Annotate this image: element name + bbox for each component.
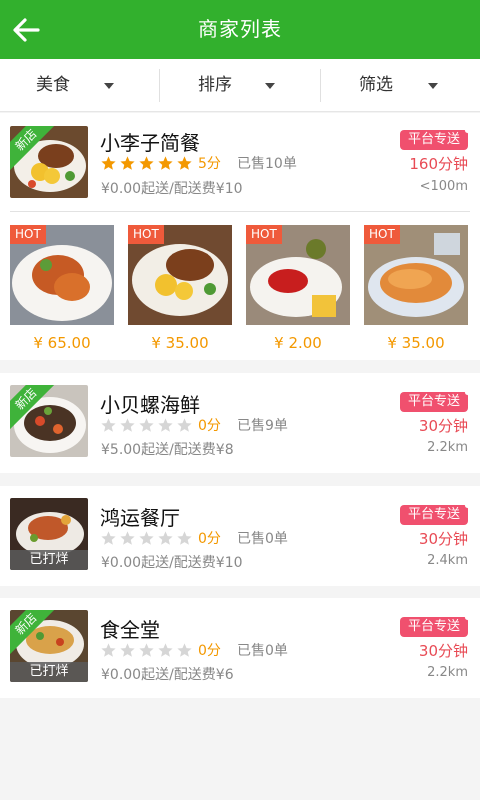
rating-stars <box>100 640 195 658</box>
shop-thumbnail: 已打烊 <box>10 498 88 570</box>
star-empty-icon <box>157 417 174 434</box>
rating-score: 0分 <box>198 531 221 547</box>
filter-category-label: 美食 <box>36 75 70 95</box>
sold-count: 已售0单 <box>237 643 288 659</box>
delivery-time: 30分钟 <box>418 642 468 660</box>
filter-screen-dropdown[interactable]: 筛选 <box>321 59 480 112</box>
platform-delivery-label: 平台专送 <box>407 132 460 147</box>
star-filled-icon <box>119 155 136 172</box>
shop-thumbnail: 新店 <box>10 126 88 198</box>
filter-screen-label: 筛选 <box>359 75 393 95</box>
dish-price: ¥ 65.00 <box>33 334 91 352</box>
closed-tag: 已打烊 <box>10 550 88 570</box>
star-filled-icon <box>100 155 117 172</box>
shop-card: 新店 小李子简餐 5分 已售10单 ¥0.00起送/配送费¥10 平台专送 16… <box>0 113 480 360</box>
delivery-time: 30分钟 <box>418 530 468 548</box>
platform-delivery-label: 平台专送 <box>407 394 460 409</box>
platform-delivery-tag: 平台专送 <box>399 615 470 637</box>
star-empty-icon <box>176 417 193 434</box>
shop-card: 新店 小贝螺海鲜 0分 已售9单 ¥5.00起送/配送费¥8 平台专送 30分钟… <box>0 373 480 473</box>
tag-dot <box>465 390 470 395</box>
platform-delivery-label: 平台专送 <box>407 619 460 634</box>
rating-score: 0分 <box>198 418 221 434</box>
shop-thumbnail: 新店 已打烊 <box>10 610 88 682</box>
distance: <100m <box>419 179 468 194</box>
star-empty-icon <box>100 417 117 434</box>
delivery-fee: ¥5.00起送/配送费¥8 <box>101 442 234 458</box>
rating-stars <box>100 415 195 433</box>
shop-item[interactable]: 新店 已打烊 食全堂 0分 已售0单 ¥0.00起送/配送费¥6 平台专送 30… <box>0 598 480 698</box>
dish-price: ¥ 35.00 <box>387 334 445 352</box>
dish-item[interactable]: HOT <box>128 225 232 325</box>
star-empty-icon <box>119 642 136 659</box>
star-empty-icon <box>176 530 193 547</box>
filter-sort-dropdown[interactable]: 排序 <box>160 59 320 112</box>
shop-card: 新店 已打烊 食全堂 0分 已售0单 ¥0.00起送/配送费¥6 平台专送 30… <box>0 598 480 698</box>
star-filled-icon <box>138 155 155 172</box>
tag-dot <box>465 615 470 620</box>
delivery-time: 30分钟 <box>418 417 468 435</box>
star-empty-icon <box>157 642 174 659</box>
hot-tag: HOT <box>10 225 46 244</box>
star-filled-icon <box>157 155 174 172</box>
star-empty-icon <box>138 530 155 547</box>
tag-dot <box>465 503 470 508</box>
shop-card: 已打烊 鸿运餐厅 0分 已售0单 ¥0.00起送/配送费¥10 平台专送 30分… <box>0 486 480 586</box>
star-empty-icon <box>100 642 117 659</box>
delivery-fee: ¥0.00起送/配送费¥10 <box>101 555 243 571</box>
dish-item[interactable]: HOT <box>364 225 468 325</box>
rating-score: 5分 <box>198 156 221 172</box>
star-empty-icon <box>119 530 136 547</box>
star-empty-icon <box>138 642 155 659</box>
rating-score: 0分 <box>198 643 221 659</box>
distance: 2.4km <box>427 553 468 568</box>
distance: 2.2km <box>427 665 468 680</box>
tag-dot <box>465 128 470 133</box>
star-filled-icon <box>176 155 193 172</box>
hot-tag: HOT <box>128 225 164 244</box>
chevron-down-icon <box>428 83 438 89</box>
star-empty-icon <box>157 530 174 547</box>
dish-item[interactable]: HOT <box>246 225 350 325</box>
platform-delivery-tag: 平台专送 <box>399 503 470 525</box>
filter-category-dropdown[interactable]: 美食 <box>0 59 159 112</box>
shop-item[interactable]: 新店 小李子简餐 5分 已售10单 ¥0.00起送/配送费¥10 平台专送 16… <box>0 113 480 213</box>
star-empty-icon <box>119 417 136 434</box>
shop-thumbnail: 新店 <box>10 385 88 457</box>
dish-item[interactable]: HOT <box>10 225 114 325</box>
star-empty-icon <box>176 642 193 659</box>
shop-name: 小李子简餐 <box>100 131 200 155</box>
dish-price: ¥ 35.00 <box>151 334 209 352</box>
platform-delivery-label: 平台专送 <box>407 507 460 522</box>
shop-item[interactable]: 已打烊 鸿运餐厅 0分 已售0单 ¥0.00起送/配送费¥10 平台专送 30分… <box>0 486 480 586</box>
rating-stars <box>100 528 195 546</box>
dish-price: ¥ 2.00 <box>274 334 322 352</box>
star-empty-icon <box>100 530 117 547</box>
shop-name: 小贝螺海鲜 <box>100 393 200 417</box>
distance: 2.2km <box>427 440 468 455</box>
page-title: 商家列表 <box>198 17 282 41</box>
closed-tag: 已打烊 <box>10 662 88 682</box>
shop-item[interactable]: 新店 小贝螺海鲜 0分 已售9单 ¥5.00起送/配送费¥8 平台专送 30分钟… <box>0 373 480 473</box>
rating-stars <box>100 153 195 171</box>
platform-delivery-tag: 平台专送 <box>399 128 470 150</box>
shop-name: 食全堂 <box>100 618 160 642</box>
title-bar: 商家列表 <box>0 0 480 59</box>
chevron-down-icon <box>265 83 275 89</box>
platform-delivery-tag: 平台专送 <box>399 390 470 412</box>
hot-tag: HOT <box>364 225 400 244</box>
chevron-down-icon <box>104 83 114 89</box>
divider <box>10 211 470 212</box>
filter-bar: 美食 排序 筛选 <box>0 59 480 112</box>
delivery-fee: ¥0.00起送/配送费¥6 <box>101 667 234 683</box>
star-empty-icon <box>138 417 155 434</box>
delivery-time: 160分钟 <box>409 155 468 173</box>
hot-tag: HOT <box>246 225 282 244</box>
filter-sort-label: 排序 <box>198 75 232 95</box>
sold-count: 已售9单 <box>237 418 288 434</box>
shop-name: 鸿运餐厅 <box>100 506 180 530</box>
sold-count: 已售0单 <box>237 531 288 547</box>
delivery-fee: ¥0.00起送/配送费¥10 <box>101 181 243 197</box>
sold-count: 已售10单 <box>237 156 297 172</box>
